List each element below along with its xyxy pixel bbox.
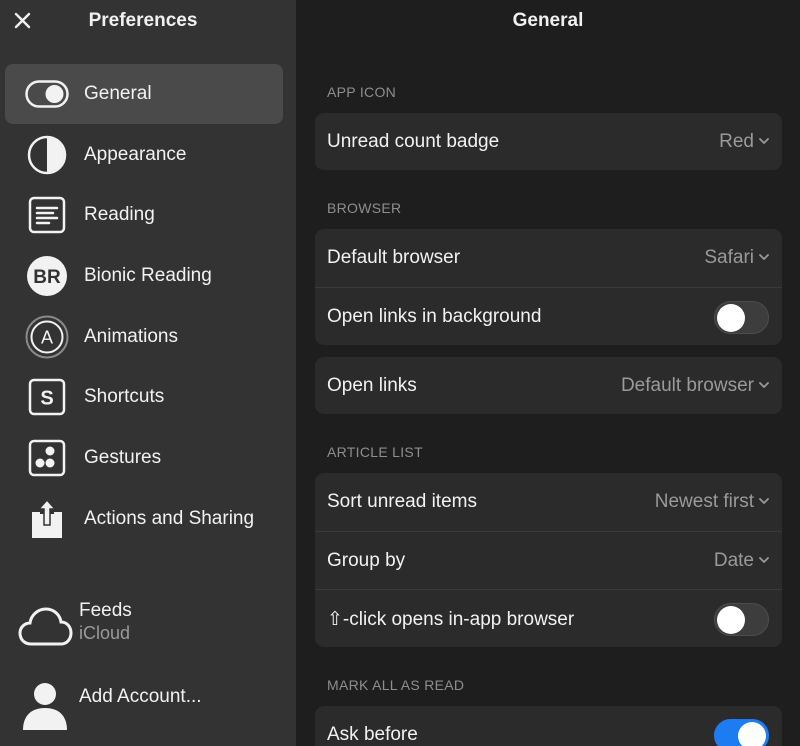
row-value: Default browser — [620, 375, 754, 396]
sidebar-item-label: Actions and Sharing — [84, 508, 255, 529]
row-value: Safari — [704, 247, 754, 268]
section-header-browser: BROWSER — [327, 200, 402, 216]
chevron-down-icon — [759, 254, 769, 260]
chevron-down-icon — [759, 382, 769, 388]
row-label: Unread count badge — [327, 131, 500, 152]
sidebar-item-label: Animations — [84, 326, 178, 347]
sidebar-item-appearance[interactable]: Appearance — [5, 125, 283, 185]
group-by-row[interactable]: Group by Date — [315, 531, 782, 589]
chevron-down-icon — [759, 138, 769, 144]
share-icon — [25, 498, 69, 540]
row-label: Open links in background — [327, 306, 542, 327]
row-label: Ask before — [327, 724, 418, 745]
half-circle-icon — [25, 134, 69, 176]
shortcut-s-icon: S — [25, 376, 69, 418]
animation-a-icon: A — [25, 315, 69, 359]
sidebar-title: Preferences — [88, 10, 198, 31]
sidebar-item-general[interactable]: General — [5, 64, 283, 124]
row-value: Newest first — [654, 491, 754, 512]
br-badge-icon: BR — [25, 255, 69, 297]
row-label: Open links — [327, 375, 417, 396]
svg-text:S: S — [40, 388, 53, 410]
open-links-background-toggle[interactable] — [714, 301, 769, 334]
toggle-knob — [717, 606, 745, 634]
ask-before-row: Ask before — [315, 706, 782, 746]
svg-text:BR: BR — [33, 267, 61, 288]
sidebar-header: Preferences — [0, 0, 296, 44]
row-value: Date — [713, 550, 754, 571]
group-mark-all-as-read: Ask before — [315, 706, 782, 746]
row-value: Red — [719, 131, 754, 152]
unread-count-badge-row[interactable]: Unread count badge Red — [315, 113, 782, 171]
add-account-button[interactable]: Add Account... — [5, 668, 285, 730]
section-header-article-list: ARTICLE LIST — [327, 444, 423, 460]
open-links-row[interactable]: Open links Default browser — [315, 357, 782, 415]
page-title: General — [512, 10, 584, 31]
sidebar-item-label: Gestures — [84, 447, 162, 468]
sidebar-item-label: General — [84, 83, 152, 104]
account-type: iCloud — [79, 623, 131, 643]
chevron-down-icon — [759, 557, 769, 563]
toggle-knob — [717, 304, 745, 332]
default-browser-row[interactable]: Default browser Safari — [315, 229, 782, 287]
row-label: Default browser — [327, 247, 461, 268]
sidebar-item-label: Bionic Reading — [84, 265, 212, 286]
row-label: ⇧-click opens in-app browser — [327, 609, 575, 630]
group-browser: Default browser Safari Open links in bac… — [315, 229, 782, 345]
open-links-in-background-row: Open links in background — [315, 287, 782, 345]
shift-click-in-app-browser-row: ⇧-click opens in-app browser — [315, 589, 782, 647]
row-label: Sort unread items — [327, 491, 477, 512]
sidebar-item-reading[interactable]: Reading — [5, 185, 283, 245]
sidebar-item-bionic-reading[interactable]: BR Bionic Reading — [5, 246, 283, 306]
gestures-icon — [25, 437, 69, 479]
account-name: Feeds — [79, 600, 132, 621]
cloud-icon — [17, 600, 73, 648]
group-article-list: Sort unread items Newest first Group by … — [315, 473, 782, 647]
row-label: Group by — [327, 550, 406, 571]
add-account-label: Add Account... — [79, 686, 202, 707]
sidebar-item-label: Shortcuts — [84, 386, 165, 407]
chevron-down-icon — [759, 498, 769, 504]
sidebar-item-label: Reading — [84, 204, 155, 225]
toggle-knob — [738, 722, 766, 746]
sidebar-item-shortcuts[interactable]: S Shortcuts — [5, 367, 283, 427]
section-header-app-icon: APP ICON — [327, 84, 397, 100]
account-feeds-icloud[interactable]: Feeds iCloud — [5, 592, 285, 652]
settings-panel: General APP ICON Unread count badge Red … — [296, 0, 800, 746]
group-open-links: Open links Default browser — [315, 357, 782, 414]
toggle-icon — [25, 73, 69, 115]
sidebar: Preferences General Appearance Reading B… — [0, 0, 296, 746]
group-app-icon: Unread count badge Red — [315, 113, 782, 170]
sort-unread-items-row[interactable]: Sort unread items Newest first — [315, 473, 782, 531]
sidebar-item-label: Appearance — [84, 144, 187, 165]
text-lines-icon — [25, 194, 69, 236]
shift-click-in-app-browser-toggle[interactable] — [714, 603, 769, 636]
sidebar-item-animations[interactable]: A Animations — [5, 307, 283, 367]
person-icon — [17, 676, 73, 730]
svg-text:A: A — [41, 328, 53, 348]
sidebar-item-gestures[interactable]: Gestures — [5, 428, 283, 488]
sidebar-item-actions-and-sharing[interactable]: Actions and Sharing — [5, 489, 283, 549]
ask-before-toggle[interactable] — [714, 719, 769, 746]
section-header-mark-all-as-read: MARK ALL AS READ — [327, 677, 465, 693]
